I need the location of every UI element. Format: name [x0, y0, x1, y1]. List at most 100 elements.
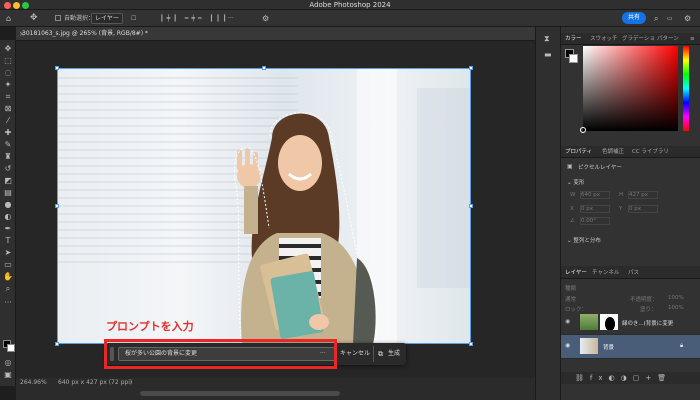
layer-mask-thumbnail[interactable] [600, 314, 618, 331]
background-color-swatch[interactable] [7, 344, 15, 352]
auto-select-dropdown[interactable]: レイヤー ⌄ [91, 13, 123, 31]
layer-visibility-eye-icon[interactable]: ◉ [565, 318, 570, 325]
dodge-tool-icon[interactable]: ◐ [3, 212, 13, 222]
auto-select-checkbox[interactable] [55, 15, 61, 21]
transform-handle-top-right[interactable] [469, 66, 473, 70]
gradient-tool-icon[interactable]: ▤ [3, 188, 13, 198]
tab-layers[interactable]: レイヤー [565, 267, 587, 279]
workspace-icon[interactable]: ▭ [667, 10, 673, 27]
generate-icon: ⧉ [378, 350, 383, 358]
color-picker-cursor[interactable] [580, 127, 586, 133]
angle-field[interactable]: 0.00° [580, 217, 610, 225]
color-picker-field[interactable] [583, 46, 678, 131]
transform-bounding-box[interactable] [57, 68, 471, 344]
tab-channels[interactable]: チャンネル [592, 267, 619, 279]
history-panel-icon[interactable]: ⧗ [544, 34, 550, 44]
zoom-level[interactable]: 264.96% [20, 378, 47, 388]
history-brush-icon[interactable]: ↺ [3, 164, 13, 174]
object-select-tool-icon[interactable]: ✦ [3, 80, 13, 90]
layer-kind-filter[interactable]: 種類 [565, 284, 576, 292]
move-tool-icon[interactable]: ✥ [3, 44, 13, 54]
lasso-tool-icon[interactable]: ◌ [3, 68, 13, 78]
collapsed-panels-strip [535, 27, 561, 400]
hand-tool-icon[interactable]: ✋ [3, 272, 13, 282]
tab-gradients[interactable]: グラデーショ [622, 33, 655, 45]
layers-footer-buttons[interactable]: ⛓fx◐◑▢+🗑︎ [561, 372, 700, 384]
more-tools-icon[interactable]: ··· [3, 298, 13, 308]
tab-paths[interactable]: パス [628, 267, 639, 279]
hue-slider[interactable] [683, 46, 689, 131]
status-arrow-icon[interactable]: › [130, 378, 132, 388]
document-tab[interactable]: 30181063_s.jpg @ 265% (背景, RGB/8#) * [22, 28, 148, 40]
height-field[interactable]: 427 px [628, 191, 658, 199]
pixel-layer-icon: ▣ [567, 163, 573, 170]
lock-icon: 🔒︎ [680, 342, 684, 349]
blur-tool-icon[interactable]: ● [3, 200, 13, 210]
h-label: H [619, 192, 624, 198]
tab-cc-libraries[interactable]: CC ライブラリ [632, 146, 669, 158]
eyedropper-tool-icon[interactable]: ⁄ [3, 116, 13, 126]
generate-button[interactable]: 生成 [388, 348, 400, 360]
align-label: 整列と分布 [573, 238, 601, 244]
tab-adjustments[interactable]: 色調補正 [602, 146, 624, 158]
comments-panel-icon[interactable]: ▬ [544, 50, 552, 59]
marquee-tool-icon[interactable]: ⬚ [3, 56, 13, 66]
x-label: X [570, 206, 574, 212]
crop-tool-icon[interactable]: ⌗ [3, 92, 13, 102]
settings-gear-icon[interactable]: ⚙ [262, 10, 269, 27]
layer-name[interactable]: 緑のき...(背景に変更 [622, 319, 673, 327]
more-options-icon[interactable]: ··· [228, 10, 234, 27]
color-background-swatch[interactable] [569, 54, 578, 63]
transform-controls-checkbox[interactable]: ☐ [131, 10, 136, 27]
transform-handle-left[interactable] [55, 204, 59, 208]
transform-handle-top[interactable] [262, 66, 266, 70]
layer-name[interactable]: 背景 [603, 343, 614, 351]
y-label: Y [619, 206, 623, 212]
home-icon[interactable]: ⌂ [6, 10, 11, 27]
frame-tool-icon[interactable]: ⊠ [3, 104, 13, 114]
eraser-tool-icon[interactable]: ◩ [3, 176, 13, 186]
layer-visibility-eye-icon[interactable]: ◉ [565, 342, 570, 349]
opacity-value[interactable]: 100% [668, 295, 684, 301]
zoom-tool-icon[interactable]: ⌕ [3, 284, 13, 294]
y-field[interactable]: 0 px [628, 205, 658, 213]
blend-mode-select[interactable]: 通常 [565, 295, 576, 303]
stamp-tool-icon[interactable]: ♜ [3, 152, 13, 162]
pen-tool-icon[interactable]: ✒ [3, 224, 13, 234]
w-label: W [570, 192, 576, 198]
brush-tool-icon[interactable]: ✎ [3, 140, 13, 150]
width-value: 640 px [581, 192, 600, 198]
transform-handle-bottom-right[interactable] [469, 342, 473, 346]
scroll-thumb[interactable] [140, 391, 340, 396]
quick-mask-icon[interactable]: ◎ [3, 358, 13, 368]
search-icon[interactable]: ⌕ [654, 10, 658, 27]
move-tool-icon[interactable]: ✥ [30, 10, 38, 27]
tab-patterns[interactable]: パターン [657, 33, 679, 45]
share-button[interactable]: 共有 [622, 12, 646, 24]
healing-brush-icon[interactable]: ✚ [3, 128, 13, 138]
height-value: 427 px [629, 192, 648, 198]
transform-section-label[interactable]: ⌄ 変形 [567, 178, 584, 186]
align-section-label[interactable]: ⌄ 整列と分布 [567, 236, 601, 244]
transform-handle-bottom-left[interactable] [55, 342, 59, 346]
tab-color[interactable]: カラー [565, 33, 582, 45]
layer-type-label: ピクセルレイヤー [578, 165, 622, 171]
x-field[interactable]: 0 px [580, 205, 610, 213]
type-tool-icon[interactable]: T [3, 236, 13, 246]
tab-properties[interactable]: プロパティ [565, 146, 592, 158]
align-icons[interactable]: ┃╪┃ ━╪━ ┃┃┃ [160, 10, 229, 27]
transform-handle-right[interactable] [469, 204, 473, 208]
tab-swatches[interactable]: スウォッチ [590, 33, 618, 45]
cancel-button[interactable]: キャンセル [340, 348, 370, 360]
transform-handle-top-left[interactable] [55, 66, 59, 70]
annotation-label: プロンプトを入力 [106, 320, 194, 333]
screen-mode-icon[interactable]: ▣ [3, 370, 13, 380]
layer-thumbnail [580, 338, 598, 354]
panel-menu-icon[interactable]: ≡ [690, 33, 695, 45]
width-field[interactable]: 640 px [580, 191, 610, 199]
path-select-tool-icon[interactable]: ➤ [3, 248, 13, 258]
rectangle-tool-icon[interactable]: ▭ [3, 260, 13, 270]
layer-thumbnail [580, 314, 598, 330]
annotation-highlight-box [104, 339, 337, 369]
settings-icon[interactable]: ⚙ [684, 10, 691, 27]
